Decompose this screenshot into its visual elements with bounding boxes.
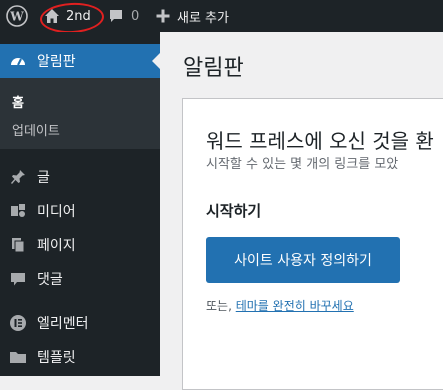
comment-bubble-icon	[110, 10, 122, 22]
submenu-item-home[interactable]: 홈	[12, 92, 24, 111]
page-title: 알림판	[183, 56, 244, 81]
menu-item-label: 템플릿	[37, 350, 76, 366]
admin-sidebar: 알림판 홈 업데이트 글 미디어 페이지 댓글 엘리멘터 템플릿	[0, 32, 160, 376]
media-icon	[9, 202, 27, 220]
admin-bar: W 2nd 0 새로 추가	[0, 0, 443, 35]
plus-icon	[156, 9, 170, 23]
pin-icon	[9, 168, 27, 186]
menu-item-dashboard[interactable]: 알림판	[0, 44, 160, 78]
site-name-link[interactable]: 2nd	[44, 0, 91, 32]
customize-site-button[interactable]: 사이트 사용자 정의하기	[206, 237, 400, 283]
alt-prefix: 또는,	[206, 299, 236, 313]
new-content-link[interactable]: 새로 추가	[156, 0, 229, 32]
comment-icon	[9, 270, 27, 288]
welcome-subtitle: 시작할 수 있는 몇 개의 링크를 모았	[206, 157, 399, 172]
dashboard-submenu: 홈 업데이트	[0, 78, 160, 149]
home-icon	[45, 9, 59, 23]
dashboard-gauge-icon	[9, 52, 27, 70]
menu-item-label: 알림판	[37, 54, 76, 70]
menu-item-comments[interactable]: 댓글	[0, 262, 160, 296]
menu-item-label: 글	[37, 170, 50, 186]
welcome-panel: 워드 프레스에 오신 것을 환 시작할 수 있는 몇 개의 링크를 모았 시작하…	[182, 98, 443, 390]
menu-item-elementor[interactable]: 엘리멘터	[0, 306, 160, 340]
menu-item-media[interactable]: 미디어	[0, 194, 160, 228]
comments-link[interactable]: 0	[108, 0, 139, 32]
change-theme-link[interactable]: 테마를 완전히 바꾸세요	[236, 299, 354, 313]
new-content-label: 새로 추가	[177, 10, 229, 26]
menu-item-posts[interactable]: 글	[0, 160, 160, 194]
elementor-icon	[9, 314, 27, 332]
svg-text:W: W	[9, 10, 24, 24]
menu-item-label: 페이지	[37, 238, 76, 254]
site-name: 2nd	[66, 8, 91, 24]
comment-count: 0	[131, 8, 140, 24]
change-theme-line: 또는, 테마를 완전히 바꾸세요	[206, 297, 354, 314]
menu-item-pages[interactable]: 페이지	[0, 228, 160, 262]
submenu-item-updates[interactable]: 업데이트	[12, 120, 60, 139]
get-started-heading: 시작하기	[206, 202, 262, 220]
wordpress-logo-icon: W	[6, 5, 28, 27]
pages-icon	[9, 236, 27, 254]
current-indicator-arrow	[152, 53, 160, 69]
wordpress-logo-button[interactable]: W	[6, 0, 28, 32]
menu-item-label: 엘리멘터	[37, 316, 89, 332]
menu-item-templates[interactable]: 템플릿	[0, 340, 160, 374]
welcome-title: 워드 프레스에 오신 것을 환	[206, 129, 434, 153]
menu-item-label: 미디어	[37, 204, 76, 220]
folder-icon	[9, 348, 27, 366]
menu-item-label: 댓글	[37, 272, 63, 288]
